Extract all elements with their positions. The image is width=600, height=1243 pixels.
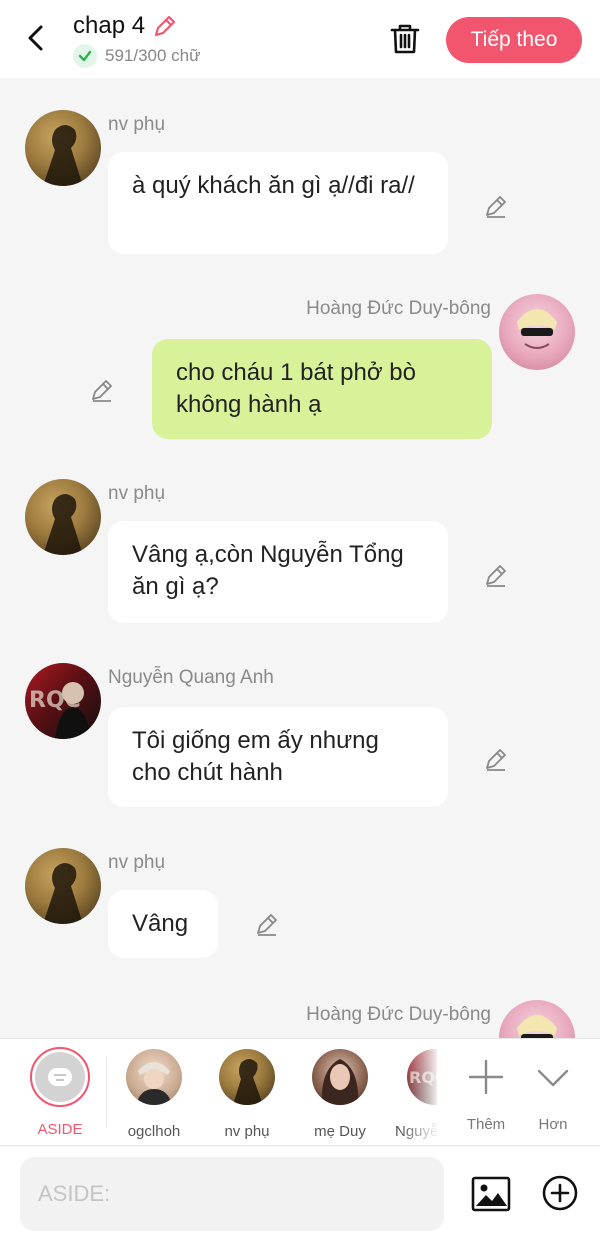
edit-message-button[interactable] (480, 743, 512, 775)
chevron-left-icon (28, 25, 43, 51)
character-label: ogclhoh (127, 1123, 181, 1140)
pencil-icon (486, 565, 506, 587)
character-aside[interactable]: ASIDE (22, 1047, 98, 1138)
character-selector: ASIDE ogclhoh nv phụ mẹ Duy RQC Nguyễn Q… (0, 1038, 600, 1146)
sender-name: nv phụ (108, 114, 166, 135)
character-item[interactable]: ogclhoh (116, 1049, 192, 1140)
avatar (219, 1049, 275, 1105)
character-item[interactable]: nv phụ (209, 1049, 285, 1140)
character-label: nv phụ (224, 1123, 270, 1140)
insert-image-button[interactable] (470, 1173, 512, 1215)
composer (0, 1147, 600, 1243)
next-button[interactable]: Tiếp theo (446, 17, 582, 63)
message-input[interactable] (20, 1157, 444, 1231)
edit-message-button[interactable] (480, 190, 512, 222)
avatar[interactable]: RQC (25, 663, 101, 739)
avatar (312, 1049, 368, 1105)
sender-name: nv phụ (108, 483, 166, 504)
image-icon (471, 1176, 511, 1212)
message-bubble[interactable]: Tôi giống em ấy nhưng cho chút hành (108, 707, 448, 807)
message-bubble[interactable]: Vâng (108, 890, 218, 958)
avatar[interactable] (499, 1000, 575, 1038)
divider (106, 1057, 107, 1127)
chat-area[interactable]: nv phụ à quý khách ăn gì ạ//đi ra// Hoàn… (0, 78, 600, 1038)
avatar[interactable] (25, 479, 101, 555)
chevron-down-icon (537, 1069, 569, 1087)
more-characters-button[interactable]: Hơn (525, 1049, 581, 1133)
add-label: Thêm (466, 1116, 506, 1133)
avatar[interactable] (499, 294, 575, 370)
back-button[interactable] (18, 20, 54, 56)
chapter-title: chap 4 (73, 12, 146, 39)
delete-button[interactable] (386, 20, 424, 58)
aside-icon (48, 1068, 72, 1086)
trash-icon (390, 24, 420, 54)
pencil-icon (154, 15, 176, 37)
chapter-title-block: chap 4 591/300 chữ (73, 12, 201, 68)
check-icon (73, 44, 97, 68)
add-button[interactable] (540, 1173, 580, 1213)
add-character-button[interactable]: Thêm (458, 1049, 514, 1133)
sender-name: Hoàng Đức Duy-bông (306, 1004, 491, 1025)
top-bar: chap 4 591/300 chữ Tiếp theo (0, 0, 600, 78)
plus-circle-icon (542, 1175, 578, 1211)
character-item[interactable]: mẹ Duy (302, 1049, 378, 1140)
message-bubble[interactable]: à quý khách ăn gì ạ//đi ra// (108, 152, 448, 254)
character-label: ASIDE (37, 1121, 83, 1138)
word-count: 591/300 chữ (105, 46, 201, 65)
plus-icon (468, 1059, 504, 1095)
sender-name: Nguyễn Quang Anh (108, 667, 274, 688)
sender-name: Hoàng Đức Duy-bông (306, 298, 491, 319)
more-label: Hơn (538, 1116, 568, 1133)
pencil-icon (486, 749, 506, 771)
edit-message-button[interactable] (480, 559, 512, 591)
edit-message-button[interactable] (86, 374, 118, 406)
avatar[interactable] (25, 848, 101, 924)
character-label: mẹ Duy (314, 1123, 366, 1140)
avatar (126, 1049, 182, 1105)
pencil-icon (486, 196, 506, 218)
pencil-icon (257, 914, 277, 936)
message-bubble[interactable]: cho cháu 1 bát phở bò không hành ạ (152, 339, 492, 439)
message-bubble[interactable]: Vâng ạ,còn Nguyễn Tổng ăn gì ạ? (108, 521, 448, 623)
edit-title-button[interactable] (151, 12, 179, 40)
pencil-icon (92, 380, 112, 402)
scroll-fade (400, 1039, 440, 1139)
sender-name: nv phụ (108, 852, 166, 873)
edit-message-button[interactable] (251, 908, 283, 940)
avatar[interactable] (25, 110, 101, 186)
